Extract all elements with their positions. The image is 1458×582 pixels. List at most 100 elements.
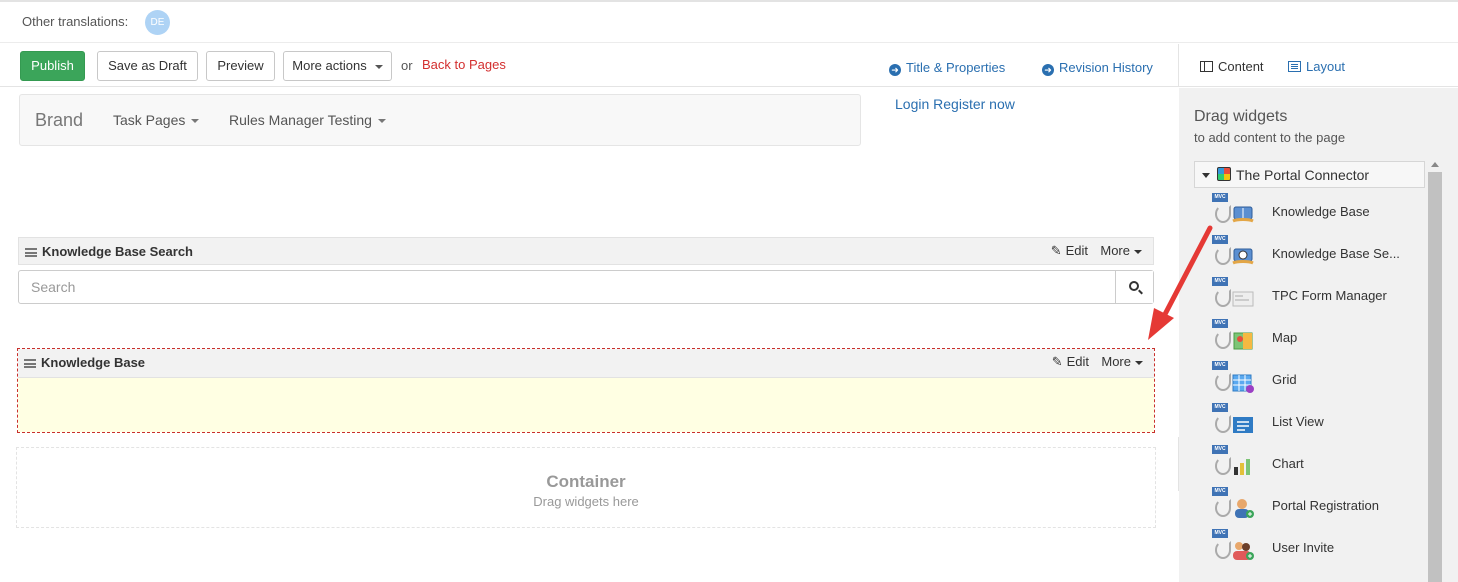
widget-item-label: Portal Registration bbox=[1272, 498, 1379, 513]
kb-search-more-button[interactable]: More bbox=[1100, 243, 1142, 258]
widget-group-header[interactable]: The Portal Connector bbox=[1194, 161, 1425, 188]
widget-item-label: Grid bbox=[1272, 372, 1297, 387]
kb-search-edit-button[interactable]: ✎ Edit bbox=[1051, 243, 1088, 259]
mvc-badge-icon: MVC bbox=[1212, 403, 1228, 412]
more-actions-button[interactable]: More actions bbox=[283, 51, 392, 81]
widget-item[interactable]: MVC Portal Registration bbox=[1212, 487, 1412, 527]
widget-picture-icon bbox=[1232, 291, 1254, 307]
drag-handle-icon[interactable] bbox=[25, 248, 37, 257]
title-properties-label: Title & Properties bbox=[906, 60, 1006, 75]
widget-group-name: The Portal Connector bbox=[1236, 167, 1370, 183]
navbar-brand[interactable]: Brand bbox=[35, 110, 83, 131]
widget-item-label: List View bbox=[1272, 414, 1324, 429]
widget-item[interactable]: MVC Knowledge Base Se... bbox=[1212, 235, 1412, 275]
widget-picture-icon bbox=[1233, 417, 1253, 433]
widget-picture-icon bbox=[1232, 374, 1254, 393]
widget-item-label: Chart bbox=[1272, 456, 1304, 471]
more-label: More bbox=[1101, 354, 1131, 369]
kb-widget-title: Knowledge Base bbox=[41, 355, 146, 370]
columns-icon bbox=[1200, 61, 1213, 72]
plug-icon bbox=[1215, 541, 1231, 559]
plug-icon bbox=[1215, 415, 1231, 433]
widget-item-label: Knowledge Base bbox=[1272, 204, 1370, 219]
kb-edit-button[interactable]: ✎ Edit bbox=[1052, 354, 1089, 370]
container-dropzone[interactable]: Container Drag widgets here bbox=[16, 447, 1156, 528]
preview-button[interactable]: Preview bbox=[206, 51, 275, 81]
kb-widget-header[interactable]: Knowledge Base ✎ Edit More bbox=[18, 349, 1154, 378]
widget-picture-icon bbox=[1233, 542, 1254, 560]
search-input[interactable] bbox=[19, 271, 1116, 303]
revision-history-link[interactable]: ➜ Revision History bbox=[1042, 60, 1153, 76]
nav-task-pages[interactable]: Task Pages bbox=[113, 112, 200, 128]
tab-content-label: Content bbox=[1218, 59, 1264, 74]
widget-item-label: Map bbox=[1272, 330, 1298, 345]
chevron-down-icon bbox=[374, 64, 383, 69]
registration-icon: MVC bbox=[1212, 487, 1256, 527]
pencil-icon: ✎ bbox=[1050, 243, 1062, 258]
kb-widget-selected[interactable]: Knowledge Base ✎ Edit More bbox=[17, 348, 1155, 433]
panel-scroll-up-icon[interactable] bbox=[1431, 162, 1439, 167]
arrow-circle-right-icon: ➜ bbox=[1042, 64, 1054, 76]
mvc-badge-icon: MVC bbox=[1212, 487, 1228, 496]
widget-item-label: User Invite bbox=[1272, 540, 1335, 555]
drag-handle-icon[interactable] bbox=[24, 359, 36, 368]
mvc-badge-icon: MVC bbox=[1212, 361, 1228, 370]
nav-rules-manager[interactable]: Rules Manager Testing bbox=[229, 112, 386, 128]
title-properties-link[interactable]: ➜ Title & Properties bbox=[889, 60, 1005, 76]
widgets-panel-subtitle: to add content to the page bbox=[1194, 130, 1346, 145]
pencil-icon: ✎ bbox=[1051, 354, 1063, 369]
kb-search-widget-title: Knowledge Base Search bbox=[42, 244, 193, 259]
translation-de-badge[interactable]: DE bbox=[145, 10, 170, 35]
publish-button[interactable]: Publish bbox=[20, 51, 85, 81]
widget-picture-icon bbox=[1234, 459, 1250, 475]
caret-down-icon bbox=[1202, 173, 1210, 178]
revision-history-label: Revision History bbox=[1059, 60, 1153, 75]
kb-more-button[interactable]: More bbox=[1101, 354, 1143, 369]
more-label: More bbox=[1100, 243, 1130, 258]
translations-bar: Other translations: DE bbox=[0, 2, 1458, 43]
widgets-panel-title: Drag widgets bbox=[1194, 108, 1288, 125]
widget-item-label: Knowledge Base Se... bbox=[1272, 246, 1400, 261]
page-toolbar: Publish Save as Draft Preview More actio… bbox=[0, 44, 1178, 87]
widget-item[interactable]: MVC Chart bbox=[1212, 445, 1412, 485]
chevron-down-icon bbox=[191, 119, 200, 124]
container-subtitle: Drag widgets here bbox=[533, 494, 639, 509]
user-invite-icon: MVC bbox=[1212, 529, 1256, 569]
widget-item-label: TPC Form Manager bbox=[1272, 288, 1387, 303]
search-box bbox=[18, 270, 1154, 304]
or-text: or bbox=[401, 58, 413, 73]
arrow-circle-right-icon: ➜ bbox=[889, 64, 901, 76]
widget-item[interactable]: MVC TPC Form Manager bbox=[1212, 277, 1412, 317]
plug-icon bbox=[1215, 499, 1231, 517]
plug-icon bbox=[1215, 457, 1231, 475]
save-draft-button[interactable]: Save as Draft bbox=[97, 51, 198, 81]
chevron-down-icon bbox=[377, 119, 386, 124]
plug-icon bbox=[1215, 373, 1231, 391]
navbar-widget: Brand Task Pages Rules Manager Testing bbox=[19, 94, 861, 146]
search-icon bbox=[1129, 281, 1139, 291]
tab-layout[interactable]: Layout bbox=[1288, 59, 1345, 74]
widget-picture-icon bbox=[1233, 332, 1253, 350]
kb-search-widget-header[interactable]: Knowledge Base Search ✎ Edit More bbox=[18, 237, 1154, 265]
mvc-badge-icon: MVC bbox=[1212, 193, 1228, 202]
translations-label: Other translations: bbox=[22, 14, 129, 29]
login-register-link[interactable]: Login Register now bbox=[895, 96, 1015, 112]
widget-item[interactable]: MVC Grid bbox=[1212, 361, 1412, 401]
tab-layout-label: Layout bbox=[1306, 59, 1346, 74]
widget-item[interactable]: MVC List View bbox=[1212, 403, 1412, 443]
widget-item[interactable]: MVC Map bbox=[1212, 319, 1412, 359]
widget-item[interactable]: MVC Knowledge Base bbox=[1212, 193, 1412, 233]
widget-item[interactable]: MVC User Invite bbox=[1212, 529, 1412, 569]
back-to-pages-link[interactable]: Back to Pages bbox=[422, 57, 506, 72]
mvc-badge-icon: MVC bbox=[1212, 529, 1228, 538]
layout-icon bbox=[1288, 61, 1301, 72]
tab-content[interactable]: Content bbox=[1200, 59, 1264, 74]
grid-icon: MVC bbox=[1212, 361, 1256, 401]
edit-label: Edit bbox=[1066, 354, 1089, 369]
widget-picture-icon bbox=[1235, 499, 1254, 518]
chart-icon: MVC bbox=[1212, 445, 1256, 485]
annotation-arrow-icon bbox=[1148, 225, 1213, 340]
panel-scrollbar[interactable] bbox=[1428, 172, 1442, 582]
nav-rules-manager-label: Rules Manager Testing bbox=[229, 112, 372, 128]
more-actions-label: More actions bbox=[292, 58, 367, 73]
